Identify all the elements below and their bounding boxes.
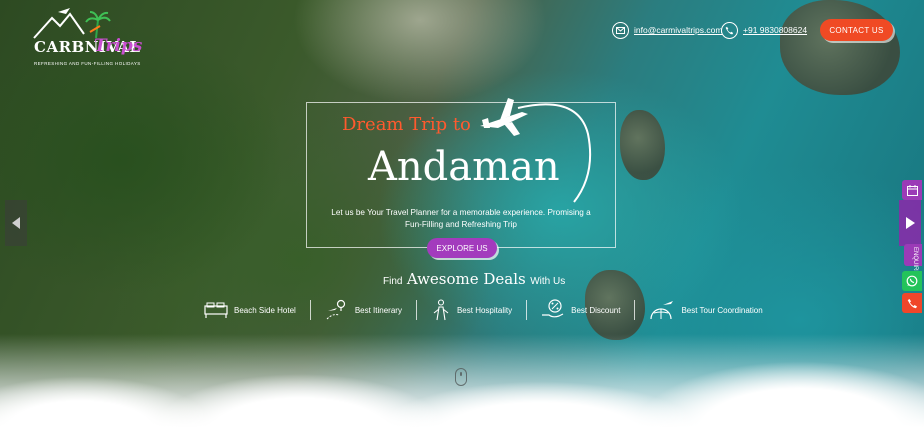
feature-label: Best Itinerary — [354, 305, 402, 315]
phone-icon — [907, 298, 917, 308]
email-contact[interactable]: info@carmivaltrips.com — [612, 20, 722, 40]
discount-icon — [542, 299, 564, 318]
hospitality-icon — [433, 299, 449, 321]
side-dock: ENQUIRE — [902, 180, 922, 313]
deals-prefix: Find — [383, 276, 403, 287]
feature-item: Best Tour Coordination — [635, 298, 776, 322]
logo[interactable]: CARBNIVAL Trips REFRESHING AND FUN-FILLI… — [30, 6, 143, 68]
features-strip: Beach Side Hotel Best Itinerary Best Hos… — [190, 298, 777, 322]
enquire-tab[interactable]: ENQUIRE — [904, 244, 922, 275]
feature-item: Beach Side Hotel — [190, 298, 310, 322]
deals-suffix: With Us — [530, 276, 566, 287]
feature-label: Best Discount — [571, 305, 621, 315]
feature-item: Best Itinerary — [311, 298, 416, 322]
globe-plane-icon — [650, 301, 674, 320]
logo-mountain-icon — [33, 8, 111, 39]
phone-icon — [721, 21, 738, 39]
phone-link[interactable]: +91 9830808624 — [743, 25, 807, 35]
whatsapp-button[interactable] — [902, 271, 922, 291]
hero-kicker: Dream Trip to — [342, 114, 471, 135]
phone-contact[interactable]: +91 9830808624 — [721, 20, 807, 40]
feature-label: Best Tour Coordination — [681, 305, 763, 315]
slider-next-button[interactable] — [899, 200, 921, 246]
wave-foam — [0, 334, 924, 444]
whatsapp-icon — [906, 275, 918, 287]
email-link[interactable]: info@carmivaltrips.com — [634, 25, 722, 35]
bed-icon — [204, 302, 228, 318]
slider-prev-button[interactable] — [5, 200, 27, 246]
route-icon — [326, 299, 345, 320]
deals-heading: Find Awesome Deals With Us — [383, 270, 565, 289]
caret-left-icon — [11, 217, 20, 229]
logo-text-script: Trips — [94, 36, 143, 56]
rock-island — [620, 110, 665, 180]
explore-us-button[interactable]: EXPLORE US — [427, 238, 497, 258]
deals-highlight: Awesome Deals — [406, 270, 526, 288]
feature-label: Beach Side Hotel — [234, 305, 296, 315]
feature-label: Best Hospitality — [456, 305, 513, 315]
hero-title: Andaman — [368, 144, 560, 190]
feature-item: Best Discount — [527, 298, 634, 322]
contact-us-button[interactable]: CONTACT US — [820, 19, 893, 41]
rock-island — [780, 0, 900, 95]
mail-icon — [612, 21, 629, 39]
logo-tagline: REFRESHING AND FUN-FILLING HOLIDAYS — [34, 61, 141, 66]
caret-right-icon — [905, 217, 915, 229]
feature-item: Best Hospitality — [417, 298, 526, 322]
calendar-button[interactable] — [902, 180, 922, 200]
enquire-tab-label: ENQUIRE — [912, 247, 918, 275]
call-button[interactable] — [902, 293, 922, 313]
calendar-icon — [906, 184, 918, 196]
scroll-down-icon[interactable] — [455, 368, 467, 386]
hero-description: Let us be Your Travel Planner for a memo… — [331, 208, 591, 229]
